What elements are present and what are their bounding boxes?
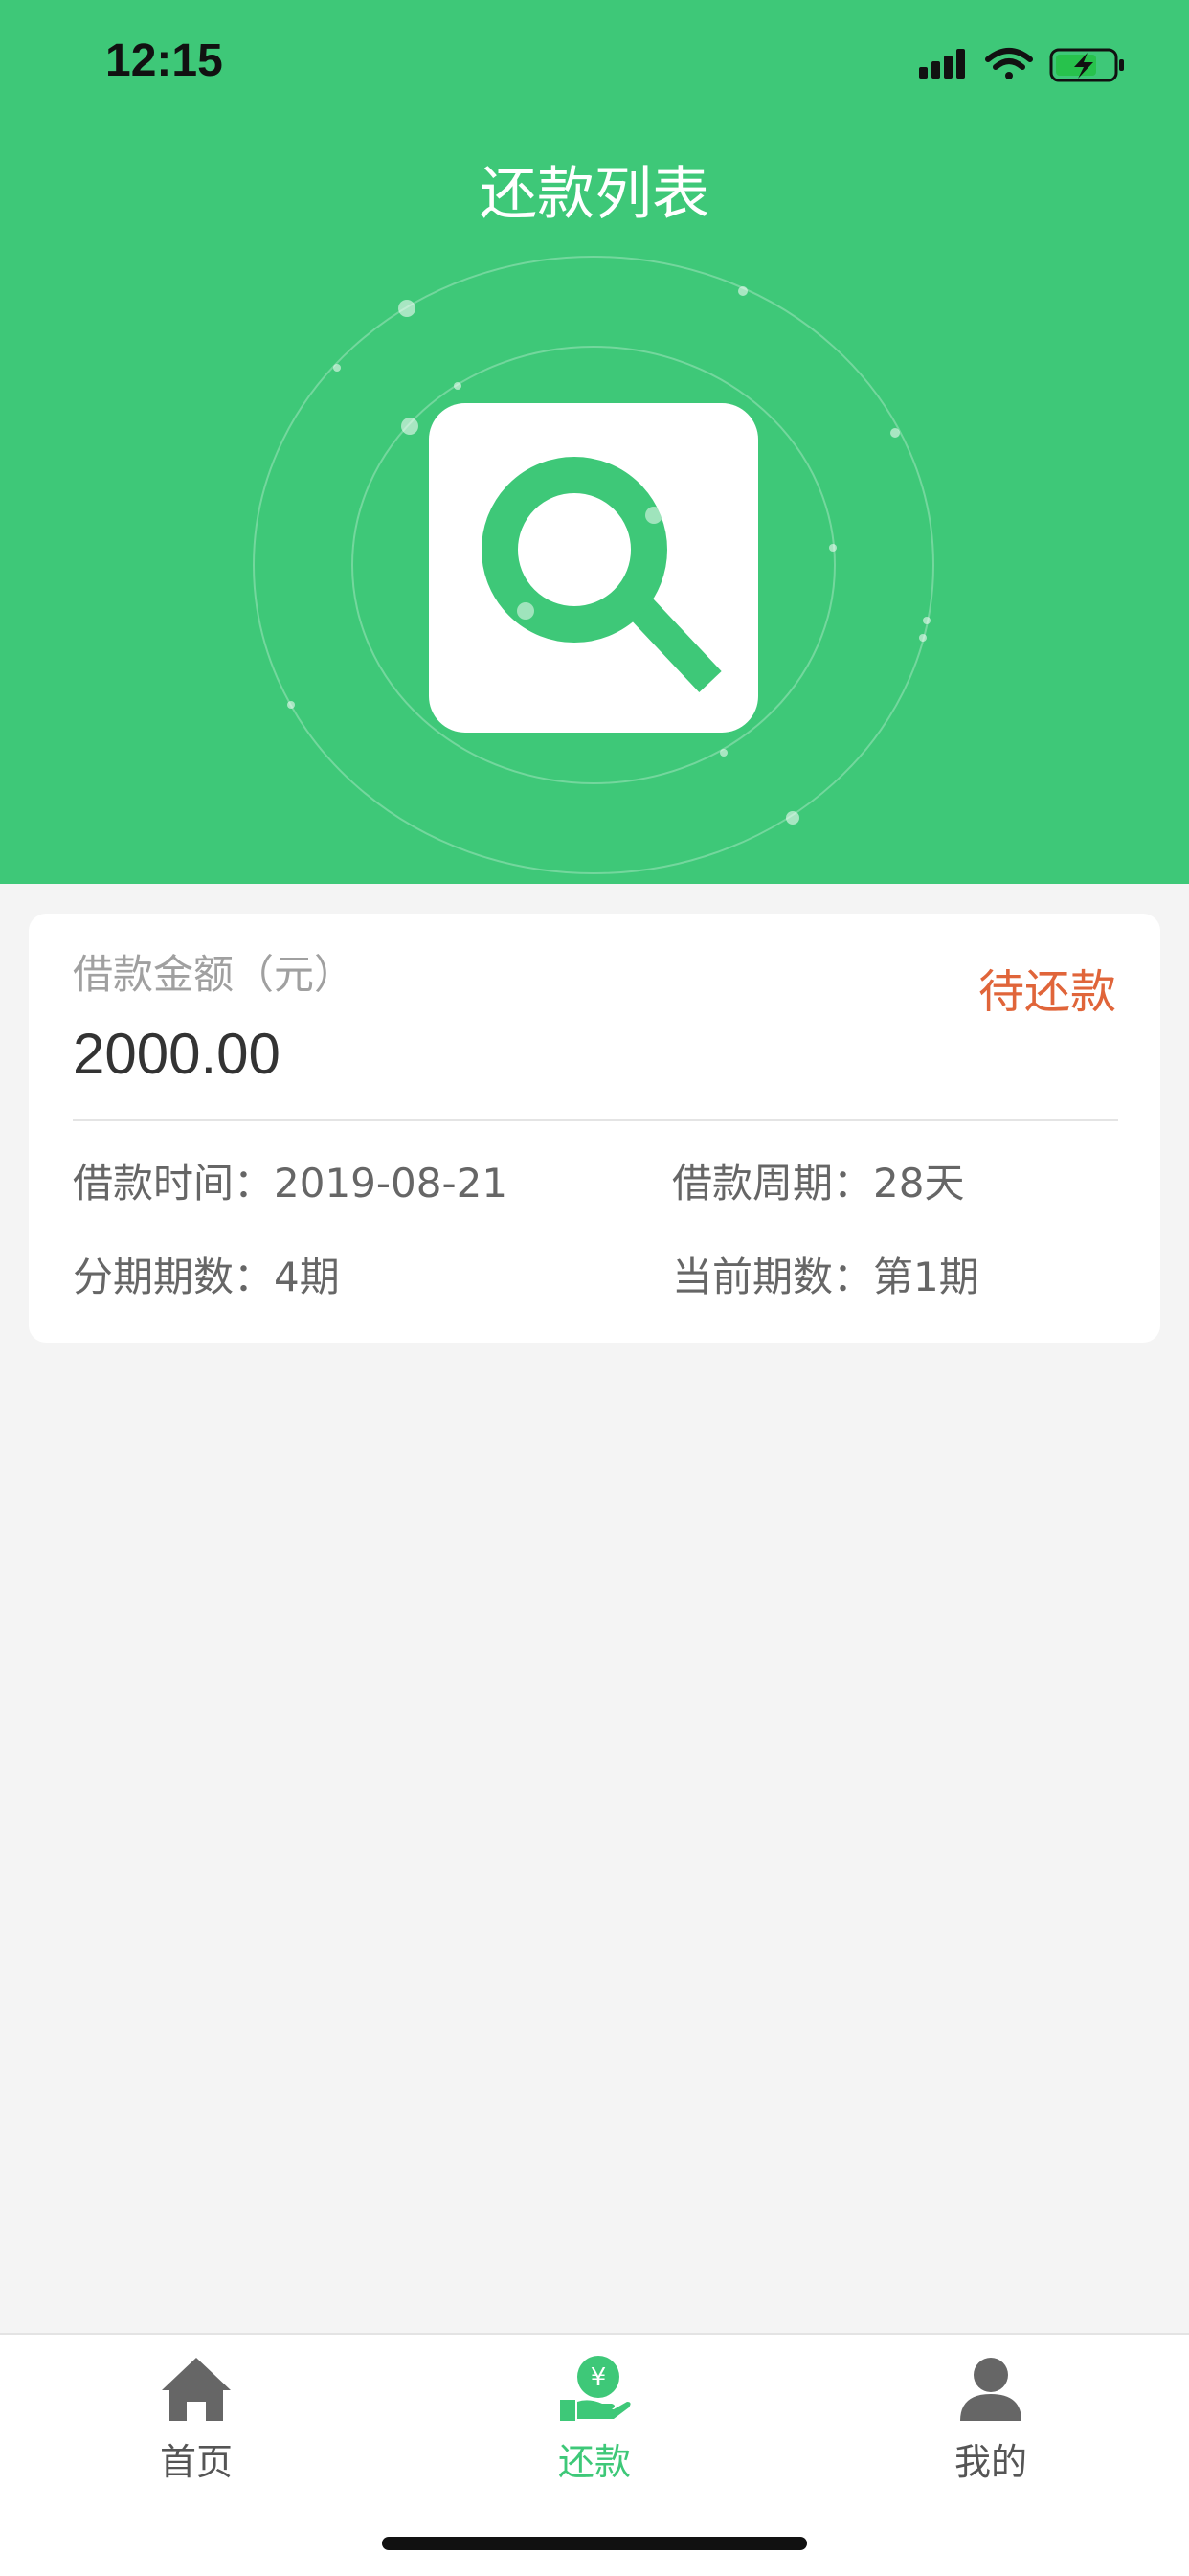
signal-icon [919,49,965,79]
home-indicator[interactable] [382,2537,807,2550]
header: 12:15 还款列表 [0,0,1189,884]
loan-card[interactable]: 借款金额（元） 待还款 2000.00 借款时间：2019-08-21 借款周期… [29,914,1160,1343]
battery-charging-icon [1049,48,1124,82]
wifi-icon [985,48,1033,79]
tab-repay-label: 还款 [557,2441,631,2483]
tab-repay[interactable]: ¥ 还款 [499,2354,690,2485]
tab-mine-label: 我的 [953,2441,1027,2483]
installments-row: 分期期数：4期 [73,1245,340,1303]
status-badge: 待还款 [977,965,1116,1019]
installments-label: 分期期数： [73,1254,275,1300]
tab-home[interactable]: 首页 [101,2354,292,2485]
loan-date-row: 借款时间：2019-08-21 [73,1151,507,1209]
repay-hand-yuan-icon: ¥ [560,2356,631,2421]
status-icons [919,48,1124,82]
loan-period-row: 借款周期：28天 [672,1151,964,1209]
status-time: 12:15 [105,35,223,86]
installments-value: 4期 [274,1254,340,1300]
hero-illustration [253,256,934,874]
loan-date-label: 借款时间： [73,1160,275,1207]
current-installment-row: 当前期数：第1期 [672,1245,979,1303]
current-installment-label: 当前期数： [672,1254,874,1300]
current-installment-value: 第1期 [873,1254,979,1300]
divider [73,1119,1118,1121]
page-title: 还款列表 [480,161,709,228]
user-icon [960,2358,1021,2421]
loan-period-label: 借款周期： [672,1160,874,1207]
svg-text:¥: ¥ [591,2363,607,2392]
tab-mine[interactable]: 我的 [895,2354,1087,2485]
search-icon [429,403,758,733]
amount-label: 借款金额（元） [73,951,355,998]
loan-period-value: 28天 [873,1160,965,1207]
loan-amount: 2000.00 [73,1022,280,1086]
status-bar: 12:15 [0,0,1189,129]
loan-date-value: 2019-08-21 [274,1160,508,1207]
tab-home-label: 首页 [159,2441,233,2483]
home-icon [162,2358,231,2421]
